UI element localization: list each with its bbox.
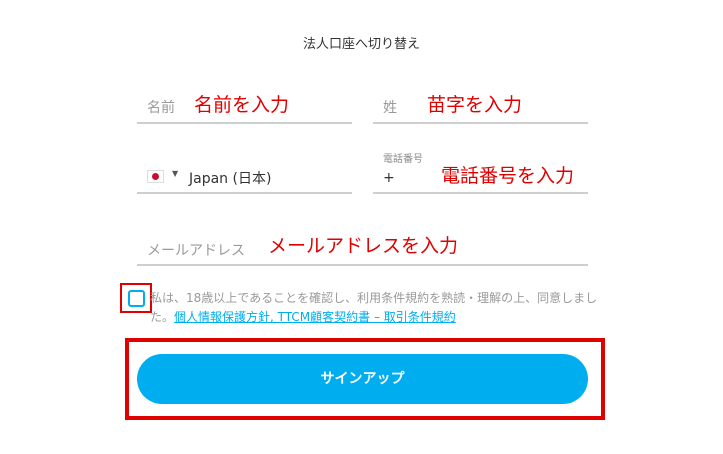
consent-line-2-prefix: た。 — [150, 310, 175, 324]
consent-checkbox[interactable] — [128, 290, 145, 307]
japan-flag-icon — [147, 170, 164, 183]
signup-button[interactable]: サインアップ — [137, 354, 588, 404]
first-name-placeholder: 名前 — [147, 100, 175, 116]
chevron-down-icon: ▼ — [172, 169, 179, 178]
phone-annotation: 電話番号を入力 — [441, 165, 575, 187]
country-value: Japan (日本) — [189, 171, 272, 187]
first-name-annotation: 名前を入力 — [194, 94, 290, 116]
phone-prefix: + — [383, 170, 395, 186]
first-name-field[interactable]: 名前 名前を入力 — [137, 86, 352, 124]
last-name-field[interactable]: 姓 苗字を入力 — [373, 86, 588, 124]
last-name-annotation: 苗字を入力 — [427, 94, 523, 116]
terms-links[interactable]: 個人情報保護方針, TTCM顧客契約書 – 取引条件規約 — [174, 310, 456, 324]
consent-text: 私は、18歳以上であることを確認し、利用条件規約を熟読・理解の上、同意しまし た… — [150, 289, 610, 327]
email-field[interactable]: メールアドレス メールアドレスを入力 — [137, 226, 588, 266]
phone-label: 電話番号 — [383, 154, 423, 165]
switch-to-corporate-link[interactable]: 法人口座へ切り替え — [0, 33, 723, 52]
email-annotation: メールアドレスを入力 — [268, 235, 459, 257]
country-select[interactable]: ▼ Japan (日本) — [137, 156, 352, 194]
consent-line-1: 私は、18歳以上であることを確認し、利用条件規約を熟読・理解の上、同意しまし — [150, 291, 598, 305]
last-name-placeholder: 姓 — [383, 100, 397, 116]
email-placeholder: メールアドレス — [147, 243, 245, 259]
phone-field[interactable]: 電話番号 + 電話番号を入力 — [373, 148, 588, 194]
